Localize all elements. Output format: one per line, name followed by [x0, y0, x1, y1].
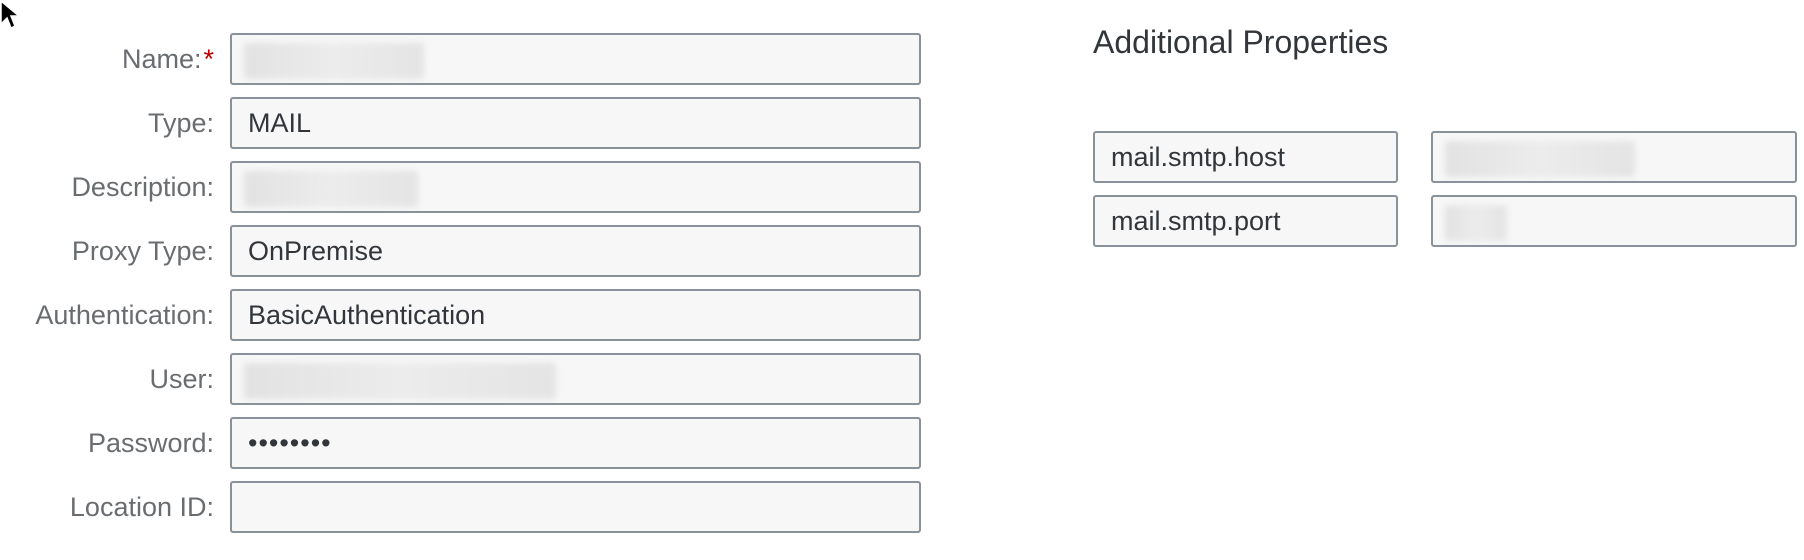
destination-form: Name:* Type: MAIL Description: Proxy Typ… — [0, 33, 925, 545]
proxy-type-input[interactable]: OnPremise — [230, 225, 921, 277]
proxy-type-label: Proxy Type: — [71, 236, 214, 266]
property-key-input[interactable]: mail.smtp.port — [1093, 195, 1398, 247]
type-label: Type: — [147, 108, 214, 138]
required-indicator: * — [203, 44, 214, 74]
authentication-input[interactable]: BasicAuthentication — [230, 289, 921, 341]
redacted-value — [244, 42, 424, 79]
user-row: User: — [0, 353, 925, 417]
additional-properties-title: Additional Properties — [1093, 24, 1389, 60]
description-label: Description: — [71, 172, 214, 202]
property-row: mail.smtp.port — [1093, 195, 1797, 247]
password-row: Password: •••••••• — [0, 417, 925, 481]
authentication-label: Authentication: — [35, 300, 214, 330]
name-input[interactable] — [230, 33, 921, 85]
name-label: Name:* — [121, 44, 214, 74]
user-input[interactable] — [230, 353, 921, 405]
type-input[interactable]: MAIL — [230, 97, 921, 149]
redacted-value — [244, 170, 418, 207]
property-key-input[interactable]: mail.smtp.host — [1093, 131, 1398, 183]
location-id-row: Location ID: — [0, 481, 925, 545]
user-label: User: — [149, 364, 214, 394]
property-row: mail.smtp.host — [1093, 131, 1797, 183]
proxy-type-row: Proxy Type: OnPremise — [0, 225, 925, 289]
mouse-pointer-icon — [0, 0, 22, 30]
redacted-value — [244, 362, 556, 399]
location-id-label: Location ID: — [69, 492, 214, 522]
type-row: Type: MAIL — [0, 97, 925, 161]
password-input[interactable]: •••••••• — [230, 417, 921, 469]
name-row: Name:* — [0, 33, 925, 97]
property-value-input[interactable] — [1431, 195, 1797, 247]
description-input[interactable] — [230, 161, 921, 213]
property-value-input[interactable] — [1431, 131, 1797, 183]
description-row: Description: — [0, 161, 925, 225]
redacted-value — [1445, 204, 1507, 241]
password-label: Password: — [87, 428, 214, 458]
authentication-row: Authentication: BasicAuthentication — [0, 289, 925, 353]
redacted-value — [1445, 140, 1635, 177]
location-id-input[interactable] — [230, 481, 921, 533]
